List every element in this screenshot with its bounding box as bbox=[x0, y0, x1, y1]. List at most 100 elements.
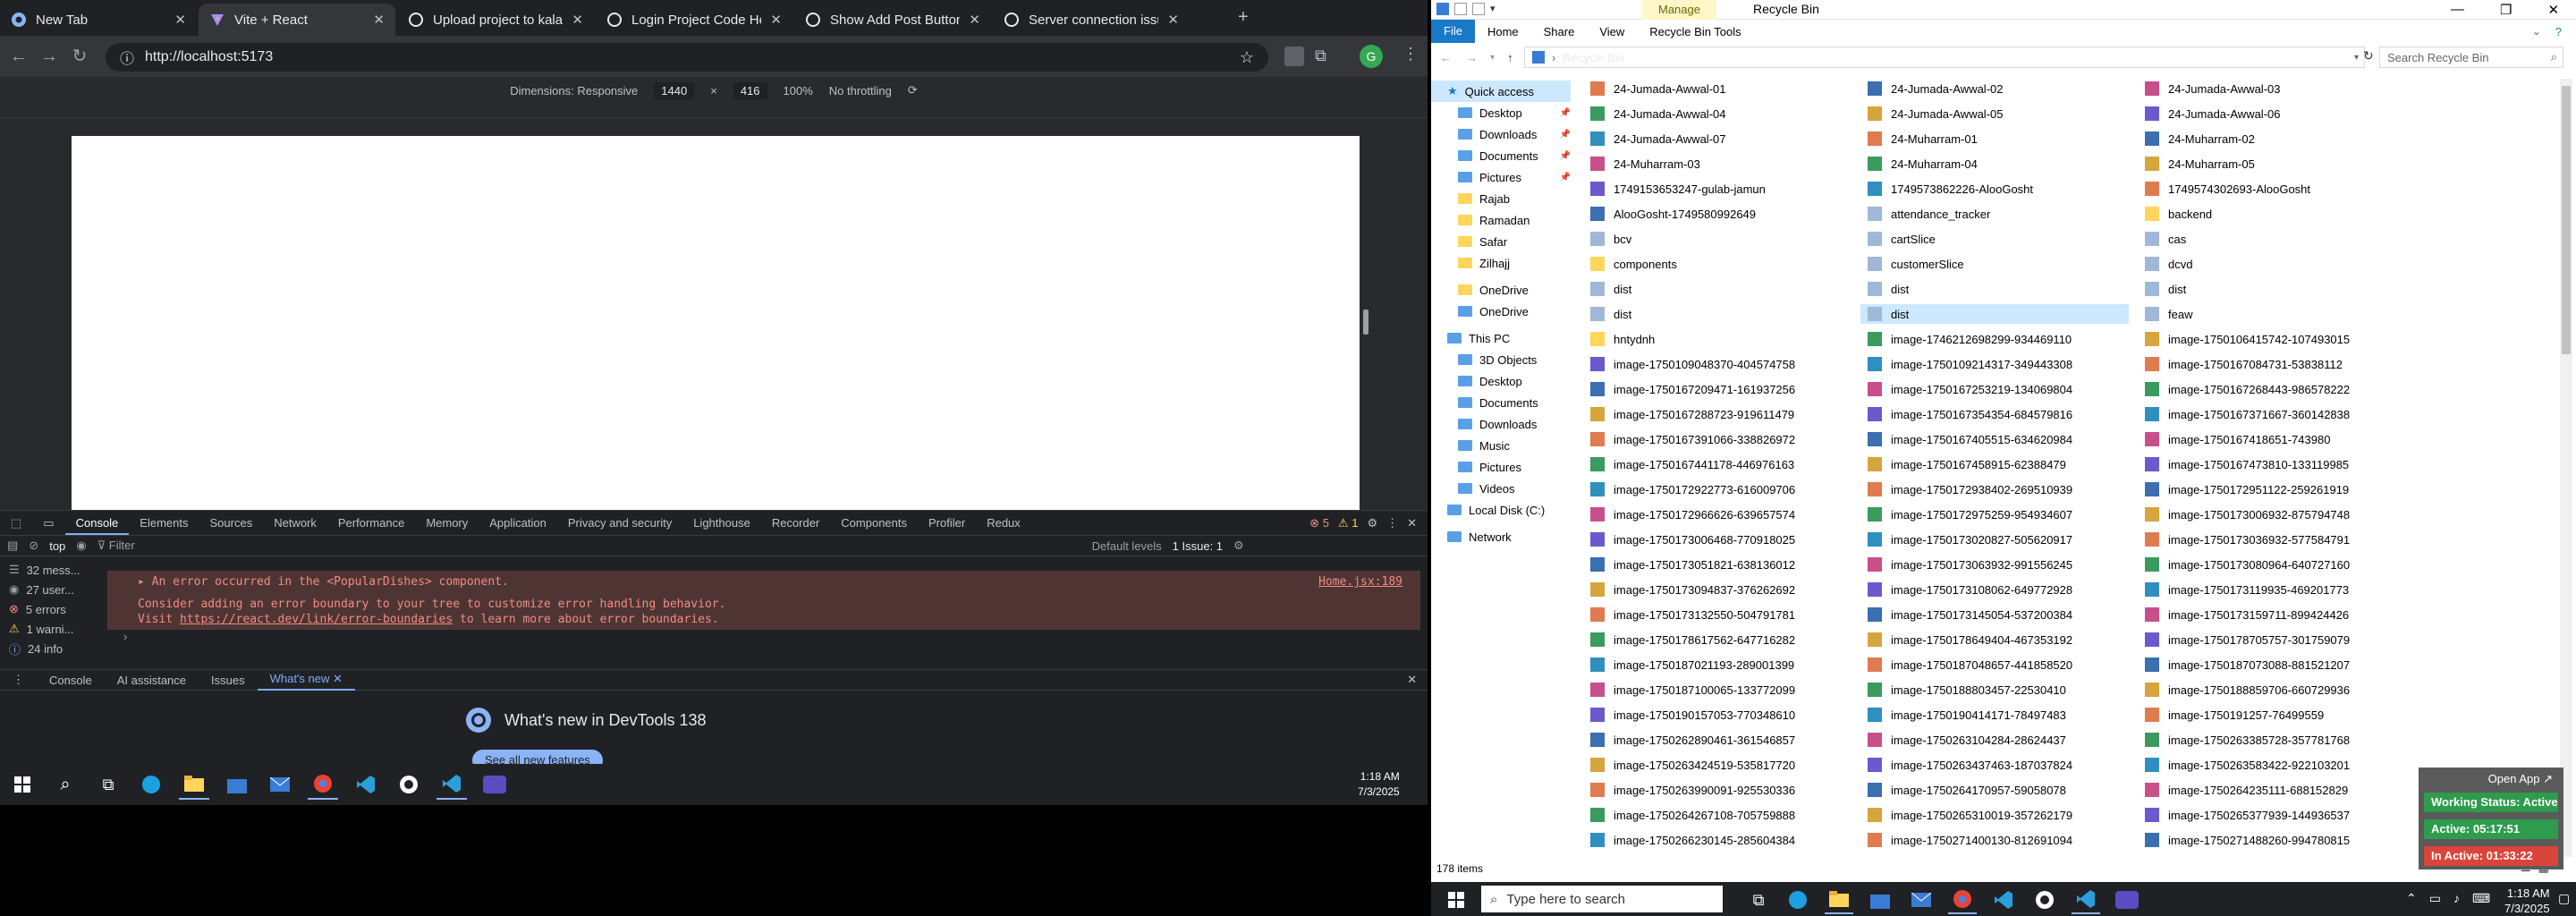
file-item[interactable]: image-1750271488260-994780815 bbox=[2138, 830, 2406, 850]
address-bar[interactable]: ⓘ http://localhost:5173 ☆ bbox=[106, 43, 1268, 72]
file-item[interactable]: image-1750263104284-28624437 bbox=[1860, 730, 2129, 750]
throttle-select[interactable]: No throttling bbox=[829, 84, 892, 98]
taskbar-clock-left[interactable]: 1:18 AM 7/3/2025 bbox=[1358, 769, 1400, 800]
file-item[interactable]: image-1750172966626-639657574 bbox=[1583, 505, 1852, 524]
file-item[interactable]: image-1750191257-76499559 bbox=[2138, 705, 2406, 725]
file-item[interactable]: image-1750173080964-640727160 bbox=[2138, 555, 2406, 574]
file-item[interactable]: image-1750263385728-357781768 bbox=[2138, 730, 2406, 750]
nav-item-music[interactable]: Music bbox=[1431, 435, 1571, 456]
close-icon[interactable]: ✕ bbox=[174, 12, 186, 28]
file-item[interactable]: image-1750173036932-577584791 bbox=[2138, 530, 2406, 549]
error-count-badge[interactable]: ⊗ 5 bbox=[1309, 516, 1329, 530]
notification-icon[interactable]: ▢ bbox=[2558, 891, 2570, 906]
file-item[interactable]: image-1750190414171-78497483 bbox=[1860, 705, 2129, 725]
taskbar-clock[interactable]: 1:18 AM 7/3/2025 bbox=[2504, 886, 2550, 916]
new-tab-button[interactable]: + bbox=[1238, 7, 1249, 28]
file-explorer-icon[interactable] bbox=[1825, 886, 1853, 914]
file-item[interactable]: image-1750109214317-349443308 bbox=[1860, 354, 2129, 374]
file-item[interactable]: 24-Muharram-04 bbox=[1860, 154, 2129, 174]
ribbon-tab-recycle-bin-tools[interactable]: Recycle Bin Tools bbox=[1637, 25, 1753, 38]
console-settings-icon[interactable]: ⚙ bbox=[1233, 539, 1244, 553]
file-item[interactable]: dist bbox=[1860, 279, 2129, 299]
app-icon[interactable] bbox=[2030, 886, 2059, 914]
nav-item-ramadan[interactable]: Ramadan bbox=[1431, 209, 1571, 231]
file-item[interactable]: 24-Jumada-Awwal-06 bbox=[2138, 104, 2406, 123]
tab-login-project[interactable]: Login Project Code Help ✕ bbox=[596, 4, 792, 36]
file-item[interactable]: image-1750264235111-688152829 bbox=[2138, 780, 2406, 800]
rotate-icon[interactable]: ⟳ bbox=[908, 83, 918, 98]
mail-icon[interactable] bbox=[1907, 886, 1936, 914]
file-item[interactable]: image-1750178705757-301759079 bbox=[2138, 630, 2406, 649]
vscode-active-icon[interactable] bbox=[436, 769, 467, 800]
edge-icon[interactable] bbox=[136, 769, 166, 800]
close-drawer-icon[interactable]: ✕ bbox=[1407, 673, 1428, 687]
properties-icon[interactable] bbox=[1454, 3, 1467, 15]
file-item[interactable]: image-1750167405515-634620984 bbox=[1860, 429, 2129, 449]
file-item[interactable]: image-1750187021193-289001399 bbox=[1583, 655, 1852, 674]
file-item[interactable]: image-1750167253219-134069804 bbox=[1860, 379, 2129, 399]
file-item[interactable]: image-1750265310019-357262179 bbox=[1860, 805, 2129, 825]
tab-memory[interactable]: Memory bbox=[415, 512, 479, 535]
width-input[interactable]: 1440 bbox=[654, 81, 695, 99]
file-item[interactable]: 24-Jumada-Awwal-07 bbox=[1583, 129, 1852, 148]
zoom-select[interactable]: 100% bbox=[784, 84, 813, 98]
file-item[interactable]: cas bbox=[2138, 229, 2406, 249]
file-item[interactable]: image-1750265377939-144936537 bbox=[2138, 805, 2406, 825]
recent-locations-icon[interactable]: ▾ bbox=[1490, 53, 1495, 63]
nav-item-documents[interactable]: Documents bbox=[1431, 392, 1571, 413]
windows-start-icon[interactable] bbox=[7, 769, 38, 800]
file-item[interactable]: image-1750188803457-22530410 bbox=[1860, 680, 2129, 700]
chrome-taskbar-icon[interactable] bbox=[1948, 886, 1977, 914]
store-icon[interactable] bbox=[1866, 886, 1894, 914]
menu-kebab-icon[interactable]: ⋮ bbox=[1402, 45, 1419, 64]
file-item[interactable]: 24-Jumada-Awwal-01 bbox=[1583, 79, 1852, 98]
sidebar-warnings[interactable]: ⚠ 1 warni... bbox=[0, 619, 106, 639]
file-item[interactable]: image-1750263437463-187037824 bbox=[1860, 755, 2129, 775]
nav-item-3d-objects[interactable]: 3D Objects bbox=[1431, 349, 1571, 370]
nav-item-downloads[interactable]: Downloads 📌 bbox=[1431, 123, 1571, 145]
file-item[interactable]: image-1750167458915-62388479 bbox=[1860, 454, 2129, 474]
file-item[interactable]: image-1750167473810-133119985 bbox=[2138, 454, 2406, 474]
file-item[interactable]: image-1750173020827-505620917 bbox=[1860, 530, 2129, 549]
nav-item-rajab[interactable]: Rajab bbox=[1431, 188, 1571, 209]
file-item[interactable]: dist bbox=[1860, 304, 2129, 324]
file-item[interactable]: image-1750172951122-259261919 bbox=[2138, 479, 2406, 499]
warning-count-badge[interactable]: ⚠ 1 bbox=[1338, 516, 1359, 530]
taskbar-search-input[interactable]: ⌕ Type here to search bbox=[1481, 886, 1723, 912]
chrome-taskbar-icon[interactable] bbox=[308, 769, 338, 800]
file-item[interactable]: AlooGosht-1749580992649 bbox=[1583, 204, 1852, 224]
tab-application[interactable]: Application bbox=[479, 512, 557, 535]
file-item[interactable]: image-1750167418651-743980 bbox=[2138, 429, 2406, 449]
tab-upload-project[interactable]: Upload project to kalams.org ✕ bbox=[397, 4, 594, 36]
extension-icon[interactable] bbox=[1284, 47, 1304, 66]
explorer-address-bar[interactable]: › Recycle Bin ▾ bbox=[1524, 47, 2365, 68]
file-item[interactable]: 1749574302693-AlooGosht bbox=[2138, 179, 2406, 199]
nav-item-onedrive[interactable]: OneDrive bbox=[1431, 301, 1571, 322]
sidebar-user-messages[interactable]: ◉ 27 user... bbox=[0, 580, 106, 599]
zoom-icon[interactable] bbox=[2113, 886, 2141, 914]
drawer-tab-issues[interactable]: Issues bbox=[199, 674, 258, 687]
up-icon[interactable]: ↑ bbox=[1507, 51, 1513, 64]
explorer-search-input[interactable]: Search Recycle Bin ⌕ bbox=[2379, 47, 2563, 68]
sidebar-messages[interactable]: ☰ 32 mess... bbox=[0, 560, 106, 580]
filter-input[interactable]: ⊽ Filter bbox=[97, 539, 1081, 553]
file-item[interactable]: image-1750188859706-660729936 bbox=[2138, 680, 2406, 700]
file-item[interactable]: 24-Muharram-01 bbox=[1860, 129, 2129, 148]
tab-profiler[interactable]: Profiler bbox=[918, 512, 976, 535]
file-item[interactable]: image-1750167084731-53838112 bbox=[2138, 354, 2406, 374]
ribbon-tab-view[interactable]: View bbox=[1587, 25, 1637, 38]
vscode-icon[interactable] bbox=[351, 769, 381, 800]
chevron-up-icon[interactable]: ⌃ bbox=[2406, 891, 2417, 906]
close-icon[interactable]: ✕ bbox=[969, 12, 980, 28]
vscode-active-icon[interactable] bbox=[2072, 886, 2100, 914]
clear-console-icon[interactable]: ⊘ bbox=[29, 539, 38, 553]
site-info-icon[interactable]: ⓘ bbox=[120, 47, 134, 68]
file-item[interactable]: image-1750263424519-535817720 bbox=[1583, 755, 1852, 775]
tab-privacy[interactable]: Privacy and security bbox=[557, 512, 682, 535]
forward-icon[interactable]: → bbox=[38, 45, 61, 68]
nav-item-downloads[interactable]: Downloads bbox=[1431, 413, 1571, 435]
drawer-tab-whats-new[interactable]: What's new ✕ bbox=[257, 669, 355, 691]
file-item[interactable]: bcv bbox=[1583, 229, 1852, 249]
app-icon[interactable] bbox=[394, 769, 424, 800]
file-item[interactable]: image-1750173063932-991556245 bbox=[1860, 555, 2129, 574]
